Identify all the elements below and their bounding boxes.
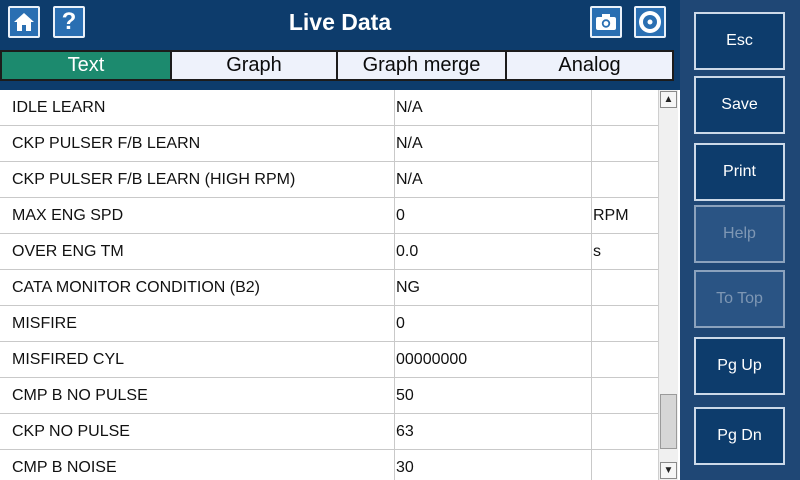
print-button[interactable]: Print — [694, 143, 785, 201]
camera-icon — [596, 14, 616, 30]
parameter-name: CKP PULSER F/B LEARN (HIGH RPM) — [12, 171, 296, 188]
table-row[interactable]: MISFIRED CYL 00000000 — [0, 342, 658, 378]
table-row[interactable]: CMP B NO PULSE 50 — [0, 378, 658, 414]
parameter-value: N/A — [396, 135, 423, 152]
parameter-name: CATA MONITOR CONDITION (B2) — [12, 279, 261, 296]
triangle-down-icon: ▼ — [663, 465, 674, 476]
parameter-value: 30 — [396, 459, 414, 476]
parameter-name: OVER ENG TM — [12, 243, 124, 260]
triangle-up-icon: ▲ — [663, 94, 674, 105]
help-button[interactable]: Help — [694, 205, 785, 263]
parameter-value: 0 — [396, 207, 405, 224]
parameter-value: 50 — [396, 387, 414, 404]
parameter-unit: s — [593, 243, 601, 260]
parameter-name: MISFIRE — [12, 315, 77, 332]
parameter-name: CMP B NOISE — [12, 459, 117, 476]
parameter-value: NG — [396, 279, 420, 296]
save-button[interactable]: Save — [694, 76, 785, 134]
table-row[interactable]: MAX ENG SPD 0 RPM — [0, 198, 658, 234]
vertical-scrollbar[interactable]: ▲ ▼ — [658, 90, 678, 480]
parameter-name: MAX ENG SPD — [12, 207, 124, 224]
table-row[interactable]: MISFIRE 0 — [0, 306, 658, 342]
tab-text[interactable]: Text — [0, 50, 172, 81]
table-row[interactable]: IDLE LEARN N/A — [0, 90, 658, 126]
table-row[interactable]: CMP B NOISE 30 — [0, 450, 658, 480]
tab-graph-merge[interactable]: Graph merge — [336, 50, 507, 81]
side-panel: Esc Save Print Help To Top Pg Up Pg Dn — [680, 0, 800, 480]
parameter-name: CKP PULSER F/B LEARN — [12, 135, 201, 152]
scroll-thumb[interactable] — [660, 394, 677, 449]
parameter-name: CKP NO PULSE — [12, 423, 130, 440]
parameter-value: 63 — [396, 423, 414, 440]
esc-button[interactable]: Esc — [694, 12, 785, 70]
record-button[interactable] — [634, 6, 666, 38]
tab-underline — [0, 82, 680, 90]
home-button[interactable] — [8, 6, 40, 38]
screenshot-button[interactable] — [590, 6, 622, 38]
parameter-name: MISFIRED CYL — [12, 351, 125, 368]
help-icon: ? — [61, 8, 77, 35]
table-row[interactable]: CKP PULSER F/B LEARN N/A — [0, 126, 658, 162]
tab-analog[interactable]: Analog — [505, 50, 674, 81]
table-row[interactable]: OVER ENG TM 0.0 s — [0, 234, 658, 270]
table-row[interactable]: CATA MONITOR CONDITION (B2) NG — [0, 270, 658, 306]
column-divider — [591, 90, 592, 480]
home-icon — [14, 13, 34, 31]
table-row[interactable]: CKP NO PULSE 63 — [0, 414, 658, 450]
parameter-value: N/A — [396, 171, 423, 188]
parameter-name: CMP B NO PULSE — [12, 387, 148, 404]
scroll-up-button[interactable]: ▲ — [660, 91, 677, 108]
scroll-down-button[interactable]: ▼ — [660, 462, 677, 479]
disc-icon — [639, 11, 661, 33]
page-title: Live Data — [288, 9, 392, 35]
table-row[interactable]: CKP PULSER F/B LEARN (HIGH RPM) N/A — [0, 162, 658, 198]
parameter-value: 0.0 — [396, 243, 419, 260]
page-down-button[interactable]: Pg Dn — [694, 407, 785, 465]
parameter-value: 00000000 — [396, 351, 468, 368]
parameter-unit: RPM — [593, 207, 629, 224]
to-top-button[interactable]: To Top — [694, 270, 785, 328]
page-up-button[interactable]: Pg Up — [694, 337, 785, 395]
live-data-table: IDLE LEARN N/A CKP PULSER F/B LEARN N/A … — [0, 90, 658, 480]
title-bar: Live Data ? — [0, 0, 680, 44]
tab-graph[interactable]: Graph — [170, 50, 338, 81]
live-data-panel: Live Data ? Text Graph Graph merge Analo… — [0, 0, 680, 480]
help-icon-button[interactable]: ? — [53, 6, 85, 38]
parameter-name: IDLE LEARN — [12, 99, 106, 116]
parameter-value: N/A — [396, 99, 423, 116]
column-divider — [394, 90, 395, 480]
parameter-value: 0 — [396, 315, 405, 332]
